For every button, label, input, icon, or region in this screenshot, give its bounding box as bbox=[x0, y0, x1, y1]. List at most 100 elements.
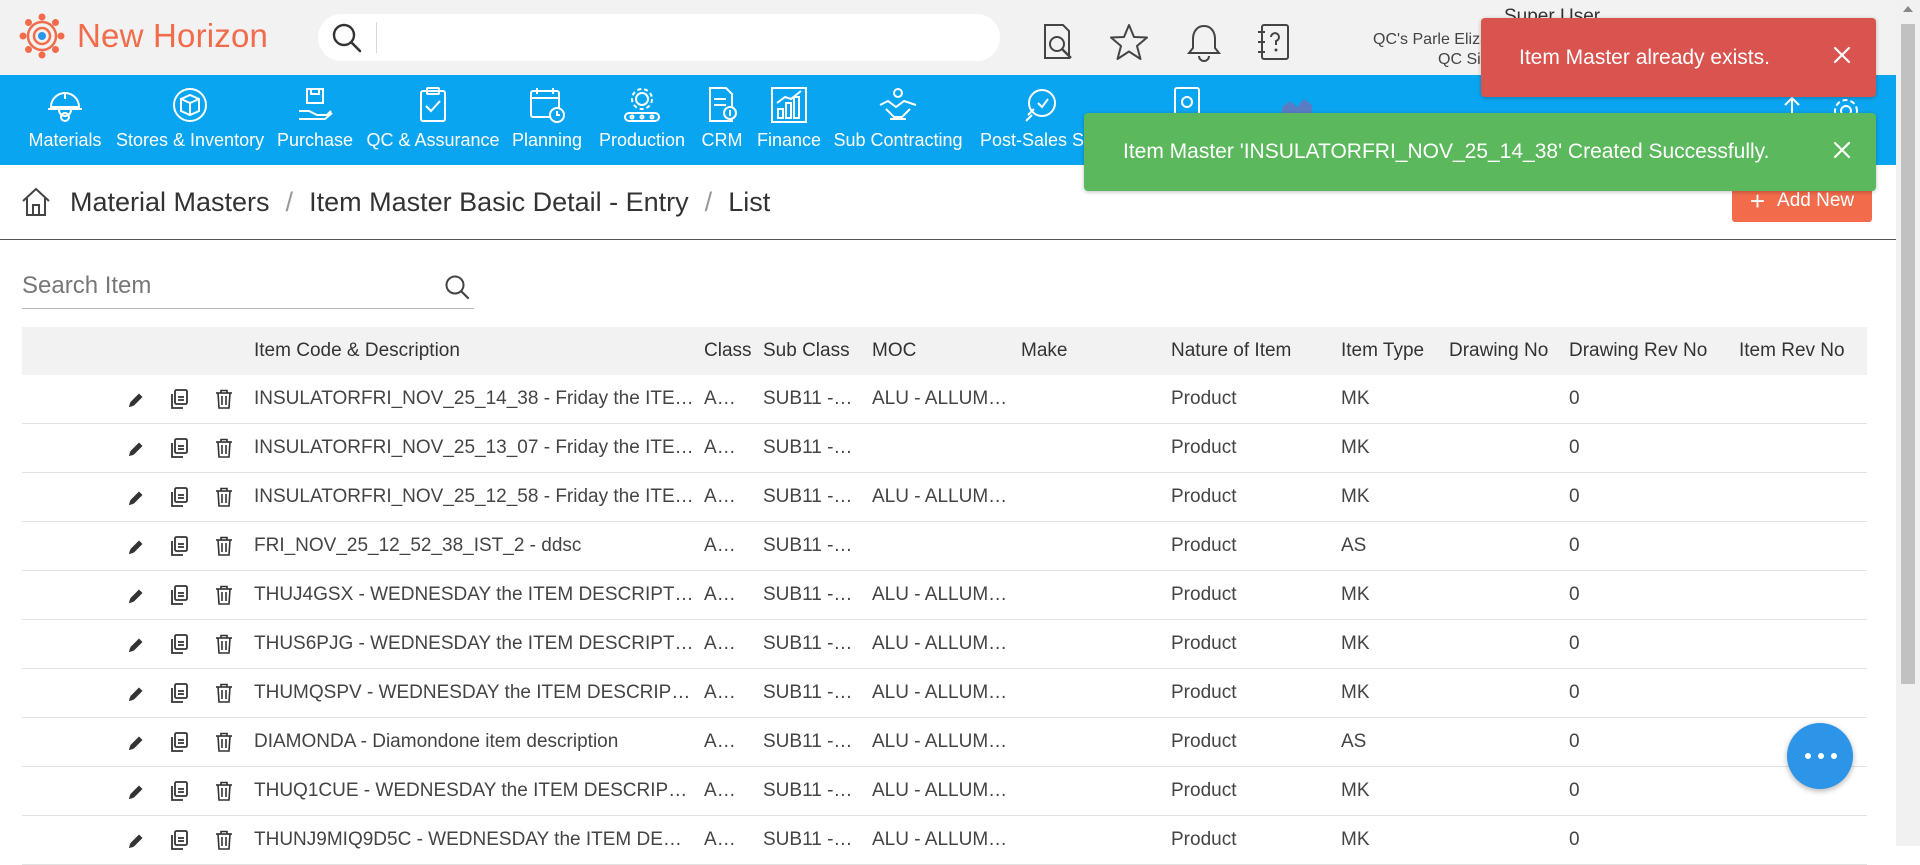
favorites-star-icon[interactable] bbox=[1109, 22, 1149, 62]
cell-moc: ALU - ALLUMINIUM bbox=[872, 633, 1008, 654]
cell-drawing-no bbox=[1449, 473, 1559, 521]
copy-icon[interactable] bbox=[168, 780, 190, 802]
search-icon[interactable] bbox=[332, 23, 362, 53]
nav-materials[interactable]: Materials bbox=[22, 75, 108, 165]
copy-icon[interactable] bbox=[168, 829, 190, 851]
delete-trash-icon[interactable] bbox=[213, 829, 235, 851]
delete-trash-icon[interactable] bbox=[213, 486, 235, 508]
cell-item-type: MK bbox=[1341, 633, 1370, 654]
column-header[interactable]: Item Rev No bbox=[1739, 327, 1845, 375]
cell-make bbox=[1021, 816, 1161, 864]
cell-item-code-description: THUQ1CUE - WEDNESDAY the ITEM DESCRIPTIO… bbox=[254, 780, 694, 801]
column-header[interactable]: Drawing No bbox=[1449, 327, 1548, 375]
edit-pencil-icon[interactable] bbox=[126, 831, 146, 851]
column-header[interactable]: Item Code & Description bbox=[254, 327, 460, 375]
nav-label: Materials bbox=[28, 130, 102, 150]
table-row[interactable]: THUMQSPV - WEDNESDAY the ITEM DESCRIPTIO… bbox=[22, 669, 1867, 718]
cell-item-code-description: INSULATORFRI_NOV_25_14_38 - Friday the I… bbox=[254, 388, 694, 409]
table-row[interactable]: FRI_NOV_25_12_52_38_IST_2 - ddsc ANTENNA S… bbox=[22, 522, 1867, 571]
cell-drawing-rev-no: 0 bbox=[1569, 829, 1580, 850]
scroll-thumb[interactable] bbox=[1901, 24, 1915, 684]
close-icon[interactable] bbox=[1827, 135, 1857, 165]
table-row[interactable]: THUNJ9MIQ9D5C - WEDNESDAY the ITEM DESCR… bbox=[22, 816, 1867, 865]
nav-label: Planning bbox=[511, 130, 583, 150]
delete-trash-icon[interactable] bbox=[213, 682, 235, 704]
cell-moc: ALU - ALLUMINIUM bbox=[872, 780, 1008, 801]
help-notebook-icon[interactable] bbox=[1254, 22, 1294, 62]
search-icon[interactable] bbox=[444, 274, 470, 300]
breadcrumb-section[interactable]: Item Master Basic Detail - Entry bbox=[309, 187, 689, 218]
nav-label: Purchase bbox=[276, 130, 354, 150]
edit-pencil-icon[interactable] bbox=[126, 635, 146, 655]
search-item-input[interactable] bbox=[22, 268, 422, 304]
delete-trash-icon[interactable] bbox=[213, 584, 235, 606]
delete-trash-icon[interactable] bbox=[213, 437, 235, 459]
cell-drawing-rev-no: 0 bbox=[1569, 437, 1580, 458]
column-header[interactable]: Drawing Rev No bbox=[1569, 327, 1707, 375]
logo-gear-icon bbox=[19, 13, 65, 59]
column-header[interactable]: Sub Class bbox=[763, 327, 850, 375]
column-header[interactable]: Nature of Item bbox=[1171, 327, 1291, 375]
delete-trash-icon[interactable] bbox=[213, 388, 235, 410]
copy-icon[interactable] bbox=[168, 437, 190, 459]
nav-production[interactable]: Production bbox=[594, 75, 690, 165]
nav-qc-assurance[interactable]: QC & Assurance bbox=[366, 75, 500, 165]
edit-pencil-icon[interactable] bbox=[126, 390, 146, 410]
document-search-icon[interactable] bbox=[1037, 22, 1077, 62]
copy-icon[interactable] bbox=[168, 486, 190, 508]
cell-drawing-no bbox=[1449, 767, 1559, 815]
copy-icon[interactable] bbox=[168, 633, 190, 655]
copy-icon[interactable] bbox=[168, 388, 190, 410]
nav-finance[interactable]: Finance bbox=[754, 75, 824, 165]
cell-nature-of-item: Product bbox=[1171, 780, 1237, 801]
delete-trash-icon[interactable] bbox=[213, 731, 235, 753]
search-divider bbox=[376, 22, 377, 53]
scroll-up-arrow-icon[interactable] bbox=[1903, 6, 1913, 12]
page-scrollbar[interactable] bbox=[1896, 0, 1920, 846]
nav-crm[interactable]: CRM bbox=[698, 75, 746, 165]
global-search[interactable] bbox=[318, 14, 1000, 61]
edit-pencil-icon[interactable] bbox=[126, 733, 146, 753]
nav-sub-contracting[interactable]: Sub Contracting bbox=[832, 75, 964, 165]
edit-pencil-icon[interactable] bbox=[126, 537, 146, 557]
edit-pencil-icon[interactable] bbox=[126, 439, 146, 459]
delete-trash-icon[interactable] bbox=[213, 633, 235, 655]
edit-pencil-icon[interactable] bbox=[126, 488, 146, 508]
table-row[interactable]: THUJ4GSX - WEDNESDAY the ITEM DESCRIPTIO… bbox=[22, 571, 1867, 620]
breadcrumb-root[interactable]: Material Masters bbox=[70, 187, 270, 218]
app-logo[interactable]: New Horizon bbox=[19, 13, 268, 59]
close-icon[interactable] bbox=[1827, 40, 1857, 70]
chat-button[interactable] bbox=[1787, 723, 1853, 789]
gear-conveyor-icon bbox=[624, 88, 660, 122]
table-row[interactable]: THUS6PJG - WEDNESDAY the ITEM DESCRIPTIO… bbox=[22, 620, 1867, 669]
edit-pencil-icon[interactable] bbox=[126, 586, 146, 606]
cell-class: ANTENNA bbox=[704, 535, 746, 556]
column-header[interactable]: Make bbox=[1021, 327, 1067, 375]
cell-moc: ALU - ALLUMINIUM bbox=[872, 584, 1008, 605]
cell-make bbox=[1021, 669, 1161, 717]
column-header[interactable]: MOC bbox=[872, 327, 916, 375]
table-row[interactable]: INSULATORFRI_NOV_25_14_38 - Friday the I… bbox=[22, 375, 1867, 424]
home-icon[interactable] bbox=[20, 186, 52, 218]
nav-planning[interactable]: Planning bbox=[508, 75, 586, 165]
table-row[interactable]: THUQ1CUE - WEDNESDAY the ITEM DESCRIPTIO… bbox=[22, 767, 1867, 816]
delete-trash-icon[interactable] bbox=[213, 780, 235, 802]
copy-icon[interactable] bbox=[168, 535, 190, 557]
notification-bell-icon[interactable] bbox=[1184, 22, 1224, 62]
column-header[interactable]: Item Type bbox=[1341, 327, 1424, 375]
edit-pencil-icon[interactable] bbox=[126, 684, 146, 704]
copy-icon[interactable] bbox=[168, 682, 190, 704]
edit-pencil-icon[interactable] bbox=[126, 782, 146, 802]
delete-trash-icon[interactable] bbox=[213, 535, 235, 557]
copy-icon[interactable] bbox=[168, 731, 190, 753]
nav-stores-inventory[interactable]: Stores & Inventory bbox=[116, 75, 264, 165]
nav-purchase[interactable]: Purchase bbox=[272, 75, 358, 165]
cell-moc: ALU - ALLUMINIUM bbox=[872, 682, 1008, 703]
table-row[interactable]: INSULATORFRI_NOV_25_13_07 - Friday the I… bbox=[22, 424, 1867, 473]
cell-item-type: MK bbox=[1341, 584, 1370, 605]
copy-icon[interactable] bbox=[168, 584, 190, 606]
table-row[interactable]: INSULATORFRI_NOV_25_12_58 - Friday the I… bbox=[22, 473, 1867, 522]
table-row[interactable]: DIAMONDA - Diamondone item description AN… bbox=[22, 718, 1867, 767]
cell-drawing-rev-no: 0 bbox=[1569, 388, 1580, 409]
column-header[interactable]: Class bbox=[704, 327, 752, 375]
